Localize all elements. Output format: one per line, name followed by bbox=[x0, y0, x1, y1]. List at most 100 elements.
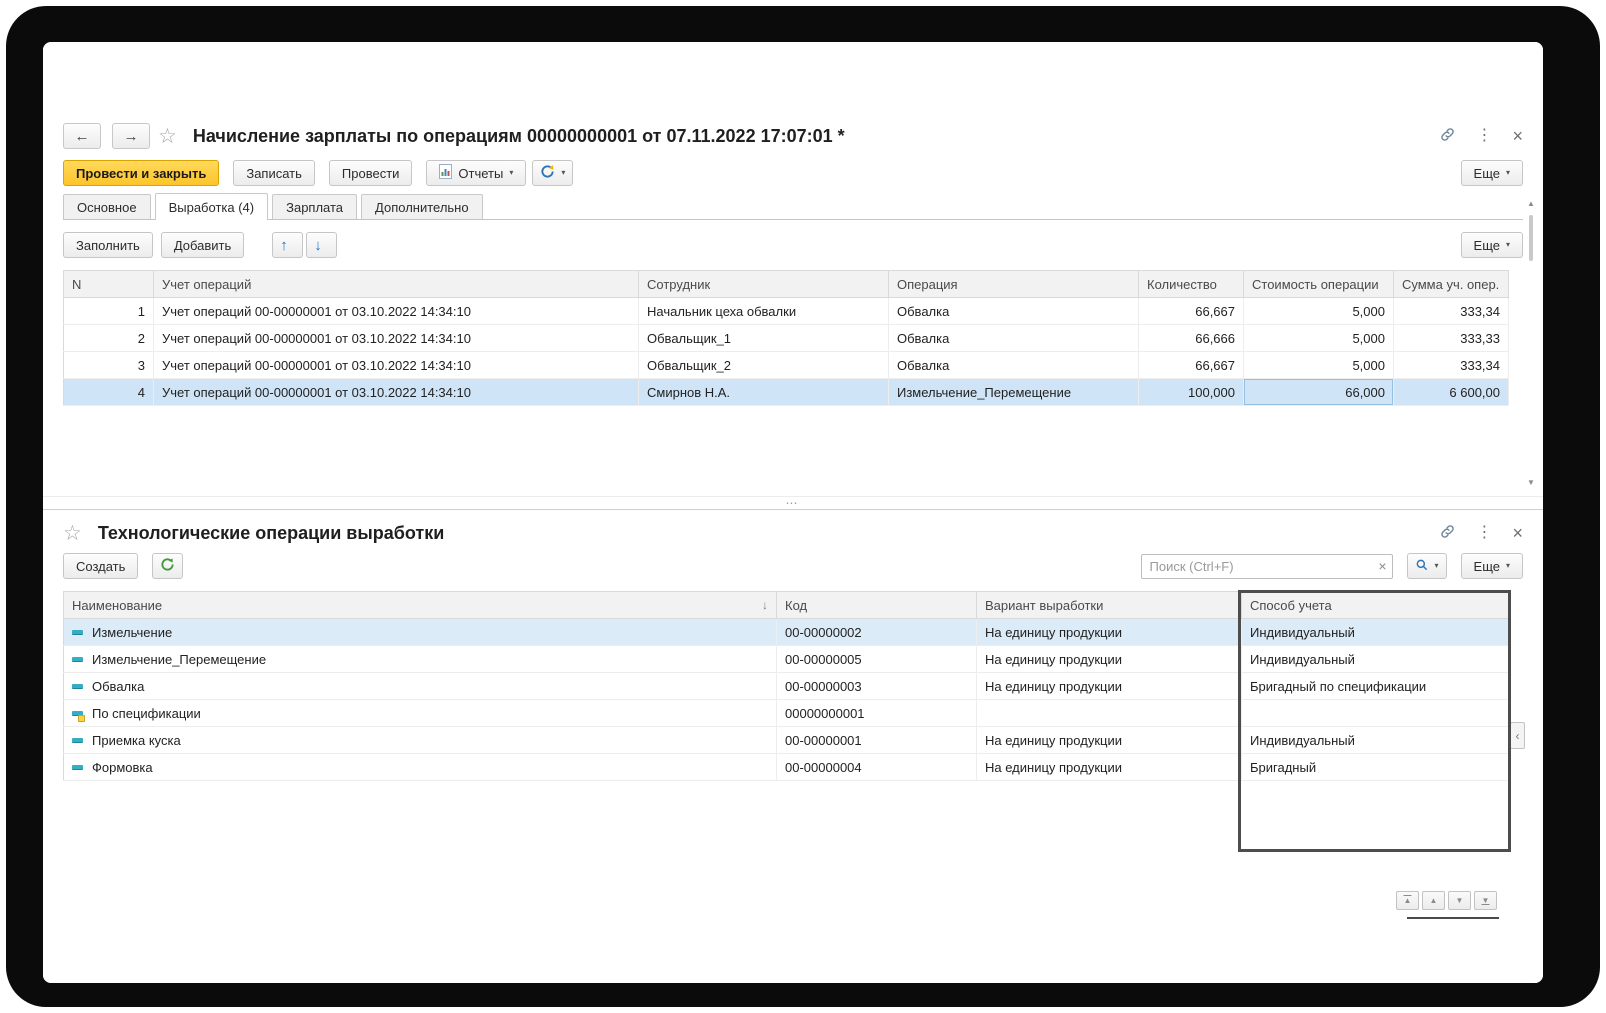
list-title: Технологические операции выработки bbox=[97, 522, 445, 543]
list-row[interactable]: Обвалка 00-00000003 На единицу продукции… bbox=[63, 672, 1509, 700]
col-header-operation[interactable]: Операция bbox=[888, 270, 1139, 298]
list-favorite-star-icon[interactable]: ☆ bbox=[63, 523, 82, 544]
magnifier-icon bbox=[1415, 558, 1429, 575]
refresh-icon bbox=[160, 557, 175, 575]
previous-page-icon: ▲ bbox=[1429, 895, 1438, 905]
list-row[interactable]: Приемка куска 00-00000001 На единицу про… bbox=[63, 726, 1509, 754]
move-row-group: ↑ ↓ bbox=[272, 232, 338, 258]
vertical-scrollbar[interactable]: ▲ ▼ bbox=[1523, 199, 1539, 487]
document-tab[interactable]: Основное bbox=[63, 194, 151, 219]
arrow-up-icon: ↑ bbox=[280, 236, 288, 254]
document-tab[interactable]: Зарплата bbox=[272, 194, 358, 219]
get-link-icon[interactable] bbox=[1439, 126, 1456, 146]
post-and-close-button[interactable]: Провести и закрыть bbox=[63, 160, 220, 186]
row-type-icon bbox=[72, 654, 85, 665]
col-header-sum[interactable]: Сумма уч. опер. bbox=[1393, 270, 1509, 298]
move-row-up-button[interactable]: ↑ bbox=[272, 232, 304, 258]
col-header-variant[interactable]: Вариант выработки bbox=[976, 591, 1242, 619]
scroll-down-icon[interactable]: ▼ bbox=[1523, 478, 1539, 487]
document-more-button[interactable]: Еще ▾ bbox=[1460, 160, 1523, 186]
create-button[interactable]: Создать bbox=[63, 553, 139, 579]
operations-row[interactable]: 3 Учет операций 00-00000001 от 03.10.202… bbox=[63, 351, 1509, 379]
col-header-code[interactable]: Код bbox=[776, 591, 977, 619]
forward-button[interactable]: → bbox=[112, 123, 150, 149]
list-get-link-icon[interactable] bbox=[1439, 523, 1456, 543]
search-clear-icon[interactable]: × bbox=[1378, 559, 1386, 573]
list-row[interactable]: По спецификации 00000000001 bbox=[63, 699, 1509, 727]
chevron-left-icon: ‹ bbox=[1515, 728, 1520, 743]
operations-list-panel: ☆ Технологические операции выработки ⋮ ×… bbox=[43, 510, 1543, 983]
first-page-button[interactable]: ▲ bbox=[1396, 891, 1419, 910]
row-type-icon bbox=[72, 735, 85, 746]
list-row[interactable]: Формовка 00-00000004 На единицу продукци… bbox=[63, 753, 1509, 781]
col-header-cost[interactable]: Стоимость операции bbox=[1243, 270, 1394, 298]
document-tab[interactable]: Дополнительно bbox=[361, 194, 483, 219]
previous-page-button[interactable]: ▲ bbox=[1422, 891, 1445, 910]
document-tab[interactable]: Выработка (4) bbox=[154, 193, 269, 220]
operations-row[interactable]: 2 Учет операций 00-00000001 от 03.10.202… bbox=[63, 324, 1509, 352]
list-row[interactable]: Измельчение 00-00000002 На единицу проду… bbox=[63, 618, 1509, 646]
operations-row[interactable]: 1 Учет операций 00-00000001 от 03.10.202… bbox=[63, 297, 1509, 325]
search-button[interactable]: ▾ bbox=[1406, 553, 1447, 579]
forward-arrow-icon: → bbox=[123, 127, 139, 145]
fill-button[interactable]: Заполнить bbox=[63, 232, 153, 258]
list-window-icons: ⋮ × bbox=[1439, 523, 1523, 543]
device-frame: ← → ☆ Начисление зарплаты по операциям 0… bbox=[6, 6, 1600, 1007]
list-row[interactable]: Измельчение_Перемещение 00-00000005 На е… bbox=[63, 645, 1509, 673]
document-toolbar: Провести и закрыть Записать Провести Отч… bbox=[63, 153, 1523, 193]
refresh-button[interactable] bbox=[152, 553, 184, 579]
col-header-employee[interactable]: Сотрудник bbox=[638, 270, 889, 298]
reports-button[interactable]: Отчеты ▾ bbox=[426, 160, 527, 186]
col-header-qty[interactable]: Количество bbox=[1138, 270, 1244, 298]
create-based-on-button[interactable]: ▾ bbox=[532, 160, 574, 186]
add-row-button[interactable]: Добавить bbox=[160, 232, 245, 258]
create-based-on-icon bbox=[540, 164, 555, 182]
back-button[interactable]: ← bbox=[63, 123, 101, 149]
search-box: × bbox=[1140, 553, 1393, 579]
splitter-handle-icon[interactable]: ⋯ bbox=[786, 496, 801, 510]
next-page-button[interactable]: ▼ bbox=[1448, 891, 1471, 910]
list-more-button[interactable]: Еще ▾ bbox=[1460, 553, 1523, 579]
first-page-icon: ▲ bbox=[1403, 895, 1412, 905]
list-close-icon[interactable]: × bbox=[1512, 524, 1523, 542]
row-type-icon bbox=[72, 627, 85, 638]
col-header-name[interactable]: Наименование ↓ bbox=[63, 591, 777, 619]
panel-splitter[interactable]: ⋯ bbox=[43, 496, 1543, 510]
report-actions-group: Отчеты ▾ ▾ bbox=[426, 160, 574, 186]
collapse-panel-button[interactable]: ‹ bbox=[1510, 722, 1525, 749]
operations-table-toolbar: Заполнить Добавить ↑ ↓ Еще ▾ bbox=[63, 230, 1523, 260]
app-window: ← → ☆ Начисление зарплаты по операциям 0… bbox=[43, 42, 1543, 983]
sort-desc-icon: ↓ bbox=[762, 598, 768, 612]
col-header-method[interactable]: Способ учета bbox=[1241, 591, 1509, 619]
arrow-down-icon: ↓ bbox=[314, 236, 322, 254]
top-spacer bbox=[63, 42, 1523, 119]
scrollbar-thumb[interactable] bbox=[1529, 215, 1533, 261]
save-button[interactable]: Записать bbox=[233, 160, 315, 186]
close-icon[interactable]: × bbox=[1512, 127, 1523, 145]
search-input[interactable] bbox=[1140, 553, 1393, 579]
scroll-up-icon[interactable]: ▲ bbox=[1523, 199, 1539, 208]
operations-table: N Учет операций Сотрудник Операция Колич… bbox=[63, 270, 1509, 406]
document-window-icons: ⋮ × bbox=[1439, 126, 1523, 146]
row-type-icon bbox=[72, 708, 85, 722]
list-more-menu-icon[interactable]: ⋮ bbox=[1476, 525, 1492, 541]
operations-table-more-button[interactable]: Еще ▾ bbox=[1460, 232, 1523, 258]
document-title-row: ← → ☆ Начисление зарплаты по операциям 0… bbox=[63, 119, 1523, 153]
operations-header-row: N Учет операций Сотрудник Операция Колич… bbox=[63, 270, 1509, 298]
list-title-row: ☆ Технологические операции выработки ⋮ × bbox=[63, 516, 1523, 550]
operations-list-table: Наименование ↓ Код Вариант выработки Спос… bbox=[63, 591, 1509, 781]
next-page-icon: ▼ bbox=[1455, 895, 1464, 905]
favorite-star-icon[interactable]: ☆ bbox=[158, 126, 177, 147]
more-menu-icon[interactable]: ⋮ bbox=[1476, 128, 1492, 144]
operations-row[interactable]: 4 Учет операций 00-00000001 от 03.10.202… bbox=[63, 378, 1509, 406]
col-header-n[interactable]: N bbox=[63, 270, 154, 298]
move-row-down-button[interactable]: ↓ bbox=[306, 232, 338, 258]
list-toolbar: Создать × bbox=[63, 550, 1523, 582]
col-header-doc[interactable]: Учет операций bbox=[153, 270, 639, 298]
post-button[interactable]: Провести bbox=[328, 160, 413, 186]
row-type-icon bbox=[72, 762, 85, 773]
report-icon bbox=[439, 164, 453, 182]
document-title: Начисление зарплаты по операциям 0000000… bbox=[192, 125, 845, 146]
horizontal-scrollbar-thumb[interactable] bbox=[1407, 917, 1499, 919]
last-page-button[interactable]: ▼ bbox=[1474, 891, 1497, 910]
